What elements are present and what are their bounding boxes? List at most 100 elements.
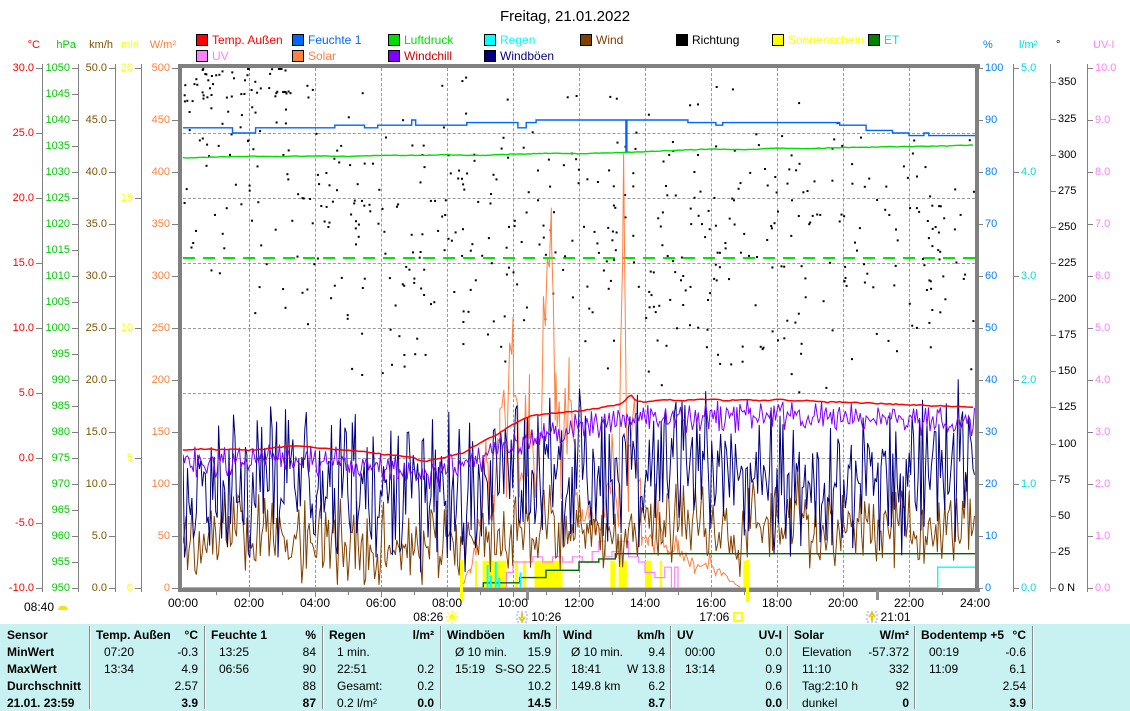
series-richtung-dot	[229, 154, 231, 156]
axis-tick-label-hpa: 1010	[46, 271, 70, 282]
series-richtung-dot	[576, 95, 578, 97]
axis-tick-label-wm2: 100	[152, 479, 170, 490]
series-richtung-dot	[357, 183, 359, 185]
stats-cell-value: 6.1	[921, 662, 1026, 676]
series-richtung-dot	[844, 266, 846, 268]
axis-unit-min: min	[121, 40, 139, 51]
series-richtung-dot	[462, 228, 464, 230]
series-richtung-dot	[973, 191, 975, 193]
axis-tick-uvi	[1087, 172, 1093, 173]
x-axis-label: 14:00	[630, 596, 660, 610]
series-richtung-dot	[384, 253, 386, 255]
series-richtung-dot	[507, 157, 509, 159]
series-richtung-dot	[362, 92, 364, 94]
series-richtung-dot	[266, 263, 268, 265]
axis-tick-deg	[1050, 82, 1056, 83]
series-richtung-dot	[463, 310, 465, 312]
series-richtung-dot	[306, 289, 308, 291]
axis-tick-label-deg: 0 N	[1058, 583, 1075, 594]
axis-tick-label-pct: 60	[985, 271, 997, 282]
series-richtung-dot	[340, 145, 342, 147]
axis-tick-label-uvi: 0.0	[1095, 583, 1110, 594]
series-richtung-dot	[254, 81, 256, 83]
series-richtung-dot	[771, 227, 773, 229]
series-richtung-dot	[926, 289, 928, 291]
series-richtung-dot	[441, 85, 443, 87]
legend-swatch-windchill	[388, 50, 400, 62]
series-richtung-dot	[503, 137, 505, 139]
series-richtung-dot	[939, 251, 941, 253]
series-richtung-dot	[521, 241, 523, 243]
stats-cell-value: 0.2	[329, 679, 434, 693]
axis-tick-hpa	[72, 328, 78, 329]
stats-cell-value: 3.9	[96, 696, 198, 710]
series-richtung-dot	[408, 269, 410, 271]
axis-tick-label-hpa: 1025	[46, 193, 70, 204]
series-richtung-dot	[872, 286, 874, 288]
legend-label-uv: UV	[212, 49, 229, 63]
series-richtung-dot	[938, 232, 940, 234]
series-richtung-dot	[851, 183, 853, 185]
axis-tick-label-wm2: 500	[152, 63, 170, 74]
x-hour-tick	[744, 592, 745, 595]
axis-tick-hpa	[72, 484, 78, 485]
series-richtung-dot	[271, 68, 273, 70]
series-richtung-dot	[211, 94, 213, 96]
axis-tick-deg	[1050, 227, 1056, 228]
stats-cell-value: 15.9	[447, 645, 551, 659]
axis-tick-label-temp_c: 15.0	[13, 258, 34, 269]
axis-tick-kmh	[109, 588, 115, 589]
series-richtung-dot	[437, 230, 439, 232]
series-richtung-dot	[832, 329, 834, 331]
series-richtung-dot	[333, 158, 335, 160]
axis-tick-kmh	[109, 68, 115, 69]
series-richtung-dot	[833, 138, 835, 140]
stats-cell-value: 0.9	[677, 662, 782, 676]
series-richtung-dot	[420, 251, 422, 253]
axis-tick-deg	[1050, 552, 1056, 553]
x-hour-tick	[612, 592, 613, 595]
series-regen-bar	[487, 565, 489, 588]
series-richtung-dot	[347, 314, 349, 316]
series-richtung-dot	[719, 266, 721, 268]
series-richtung-dot	[740, 252, 742, 254]
series-richtung-dot	[508, 226, 510, 228]
series-richtung-dot	[420, 181, 422, 183]
event-annotation-0826: 08:26	[413, 610, 461, 624]
stats-cell-value: S-SO 22.5	[447, 662, 551, 676]
series-richtung-dot	[247, 140, 249, 142]
series-richtung-dot	[717, 354, 719, 356]
series-richtung-dot	[845, 277, 847, 279]
series-richtung-dot	[353, 202, 355, 204]
series-richtung-dot	[931, 245, 933, 247]
event-time-label: 21:01	[881, 610, 911, 624]
axis-tick-uvi	[1087, 588, 1093, 589]
series-richtung-dot	[614, 207, 616, 209]
series-richtung-dot	[942, 275, 944, 277]
event-annotation-2101: 21:01	[863, 610, 911, 624]
series-richtung-dot	[254, 312, 256, 314]
series-richtung-dot	[282, 288, 284, 290]
legend-item-feuchte-1: Feuchte 1	[292, 33, 361, 47]
series-richtung-dot	[287, 178, 289, 180]
series-richtung-dot	[592, 311, 594, 313]
series-richtung-dot	[327, 226, 329, 228]
stats-column-separator	[204, 626, 206, 709]
stats-cell-value: 2.54	[921, 679, 1026, 693]
series-richtung-dot	[970, 368, 972, 370]
series-richtung-dot	[929, 195, 931, 197]
series-richtung-dot	[657, 340, 659, 342]
axis-tick-min	[135, 458, 141, 459]
series-richtung-dot	[430, 200, 432, 202]
series-richtung-dot	[583, 226, 585, 228]
series-richtung-dot	[191, 247, 193, 249]
series-richtung-dot	[481, 255, 483, 257]
series-richtung-dot	[222, 70, 224, 72]
series-richtung-dot	[470, 250, 472, 252]
series-richtung-dot	[260, 87, 262, 89]
axis-tick-hpa	[72, 172, 78, 173]
series-richtung-dot	[787, 183, 789, 185]
plot-border-right	[975, 64, 979, 592]
series-richtung-dot	[203, 94, 205, 96]
axis-tick-label-deg: 200	[1058, 294, 1076, 305]
